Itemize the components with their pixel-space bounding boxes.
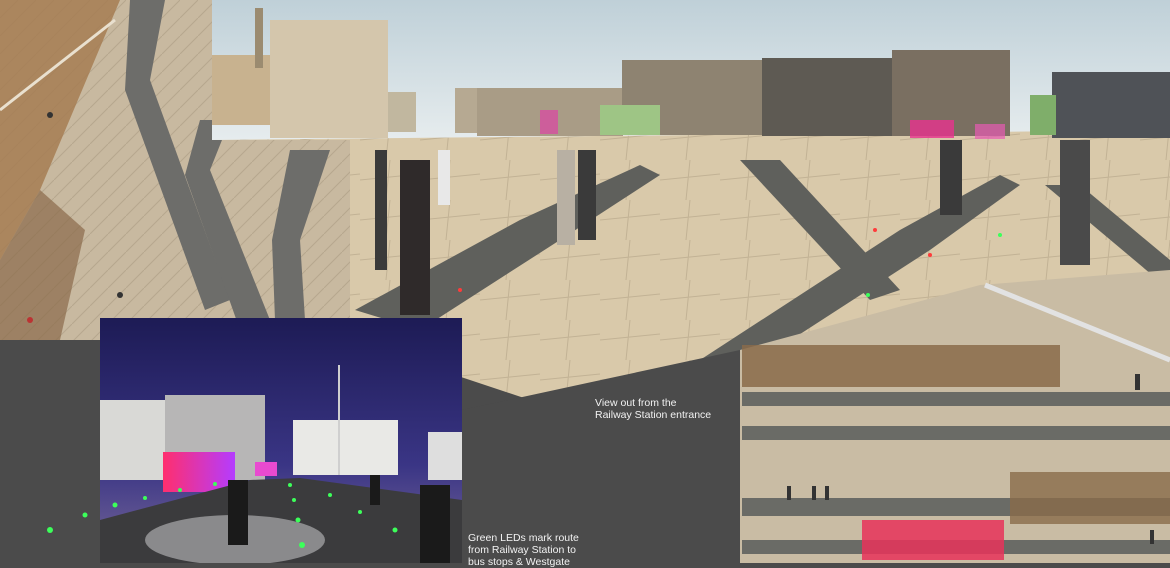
caption-station-view: View out from the Railway Station entran… — [595, 397, 711, 421]
caption-leds-line-1: Green LEDs mark route — [468, 532, 579, 544]
caption-station-line-1: View out from the — [595, 397, 677, 409]
design-board — [0, 0, 1170, 563]
night-view-inset — [47, 318, 462, 563]
caption-leds-line-3: bus stops & Westgate — [468, 556, 570, 568]
caption-station-line-2: Railway Station entrance — [595, 409, 712, 421]
caption-leds-line-2: from Railway Station to — [468, 544, 576, 556]
